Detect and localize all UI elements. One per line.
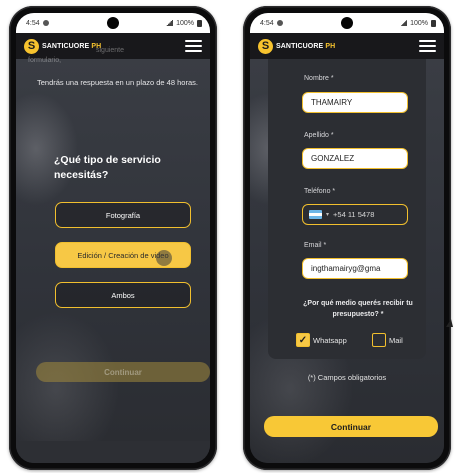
input-nombre[interactable]: THAMAIRY [302,92,408,113]
whatsapp-label: Whatsapp [313,335,347,345]
screen-right: 4:54 100% S SANTICUORE PH Nombre * THAMA… [250,13,444,463]
logo-mark-icon: S [258,38,273,54]
bottom-strip [16,441,210,463]
menu-icon[interactable] [185,40,202,52]
chevron-down-icon: ▾ [326,212,330,218]
mouse-pointer-icon [446,318,453,327]
brand-logo[interactable]: S SANTICUORE PH [258,38,336,54]
brand-name: SANTICUORE PH [276,42,336,50]
intro-text: Tendrás una respuesta en un plazo de 48 … [37,78,198,87]
input-email[interactable]: ingthamairyg@gma [302,258,408,279]
status-time: 4:54 [260,19,274,27]
site-header: S SANTICUORE PH [16,33,210,59]
label-telefono: Teléfono * [304,188,336,195]
menu-icon[interactable] [419,40,436,52]
signal-icon [400,20,408,26]
signal-icon [166,20,174,26]
checkbox-mail[interactable]: Mail [372,333,403,347]
battery-percent: 100% [410,19,428,27]
brand-name: SANTICUORE PH [42,42,102,50]
service-question: ¿Qué tipo de servicio necesitás? [54,154,161,181]
touch-cursor [156,250,172,266]
label-email: Email * [304,242,327,249]
ghost-text: formulario, [28,57,62,64]
site-header: S SANTICUORE PH [250,33,444,59]
logo-mark-icon: S [24,38,39,54]
phone-right: 4:54 100% S SANTICUORE PH Nombre * THAMA… [243,6,451,470]
phone-left: 4:54 100% S SANTICUORE PH siguiente form… [9,6,217,470]
input-telefono[interactable]: ▾ +54 11 5478 [302,204,408,225]
argentina-flag-icon[interactable] [309,210,322,219]
mail-label: Mail [389,335,403,345]
continue-button-disabled[interactable]: Continuar [36,362,210,382]
checkbox-empty[interactable] [372,333,386,347]
ghost-text-2: siguiente [96,47,125,54]
screen-left: 4:54 100% S SANTICUORE PH siguiente form… [16,13,210,463]
screenshot-stage: 4:54 100% S SANTICUORE PH siguiente form… [0,0,455,473]
camera-notch [341,17,353,29]
camera-notch [107,17,119,29]
checkbox-whatsapp[interactable]: ✓ Whatsapp [296,333,347,347]
battery-icon [197,19,202,27]
battery-percent: 100% [176,19,194,27]
option-fotografia[interactable]: Fotografía [55,202,191,228]
check-icon[interactable]: ✓ [296,333,310,347]
input-apellido[interactable]: GONZALEZ [302,148,408,169]
budget-question: ¿Por qué medio querés recibir tu presupu… [303,300,413,318]
notification-icon [42,20,49,26]
label-nombre: Nombre * [304,75,334,82]
battery-icon [431,19,436,27]
option-ambos[interactable]: Ambos [55,282,191,308]
telefono-value: +54 11 5478 [333,210,375,219]
label-apellido: Apellido * [304,132,334,139]
required-note: (*) Campos obligatorios [307,373,387,382]
continue-button[interactable]: Continuar [264,416,438,437]
notification-icon [276,20,283,26]
brand-logo[interactable]: S SANTICUORE PH [24,38,102,54]
status-time: 4:54 [26,19,40,27]
